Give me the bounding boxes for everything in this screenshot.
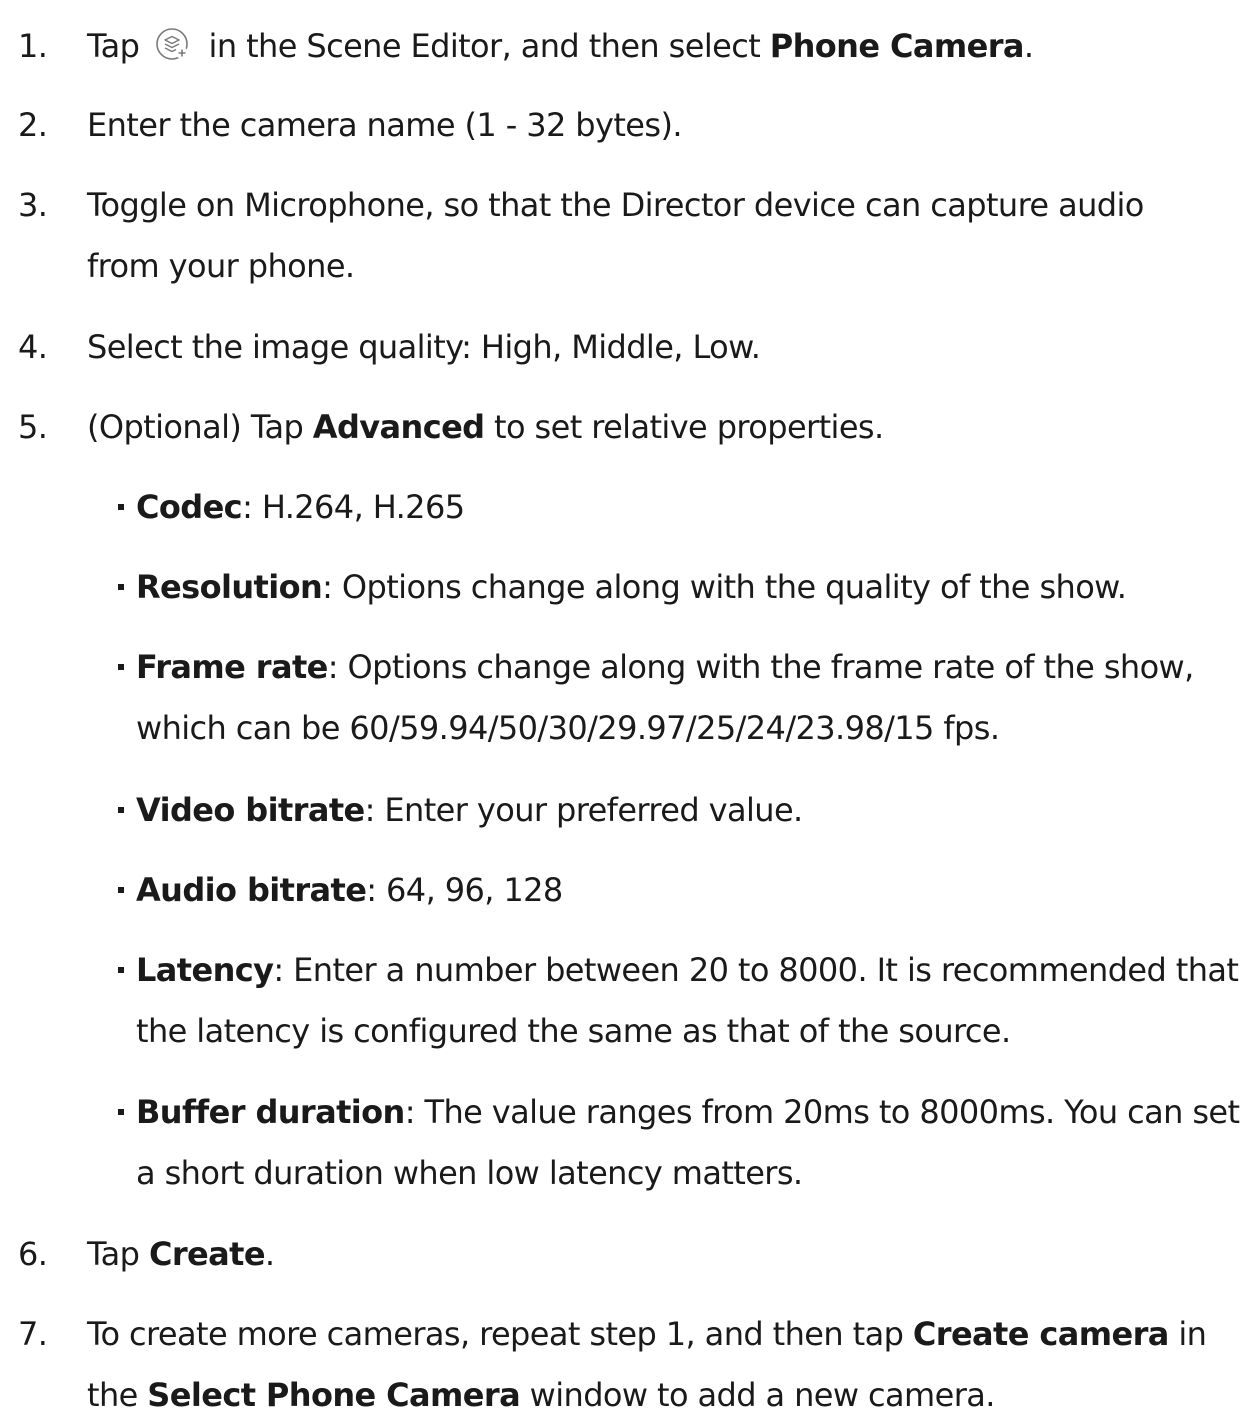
step-text-line-1: Toggle on Microphone, so that the Direct…: [87, 186, 1144, 224]
phone-camera-option: Phone Camera: [769, 27, 1025, 65]
step-number: 5.: [18, 408, 48, 446]
bullet-icon: [118, 664, 124, 670]
add-scene-layers-icon: [155, 27, 191, 63]
advanced-option: Advanced: [312, 408, 485, 446]
instruction-document: 1. Tap in the Scene Editor, and then sel…: [18, 27, 1240, 1414]
step-text: Enter the camera name (1 - 32 bytes).: [87, 106, 683, 144]
bullet-icon: [118, 504, 124, 510]
bullet-icon: [118, 584, 124, 590]
step-text-line-1: To create more cameras, repeat step 1, a…: [87, 1315, 1207, 1353]
bullet-icon: [118, 887, 124, 893]
step-number: 3.: [18, 186, 48, 224]
create-camera-option: Create camera: [912, 1315, 1169, 1353]
step-text-line-2: from your phone.: [87, 247, 355, 285]
step-number: 6.: [18, 1235, 48, 1273]
step-number: 2.: [18, 106, 48, 144]
step-text: Tap in the Scene Editor, and then select…: [87, 27, 1034, 65]
step-text: Tap Create.: [87, 1235, 275, 1273]
bullet-icon: [118, 807, 124, 813]
create-option: Create: [148, 1235, 266, 1273]
step-text: Select the image quality: High, Middle, …: [87, 328, 761, 366]
bullet-icon: [118, 1109, 124, 1115]
step-number: 1.: [18, 27, 48, 65]
bullet-icon: [118, 967, 124, 973]
step-number: 7.: [18, 1315, 48, 1353]
select-phone-camera-window: Select Phone Camera: [147, 1376, 521, 1414]
step-text-line-2: the Select Phone Camera window to add a …: [87, 1376, 995, 1414]
step-text: (Optional) Tap Advanced to set relative …: [87, 408, 884, 446]
step-number: 4.: [18, 328, 48, 366]
